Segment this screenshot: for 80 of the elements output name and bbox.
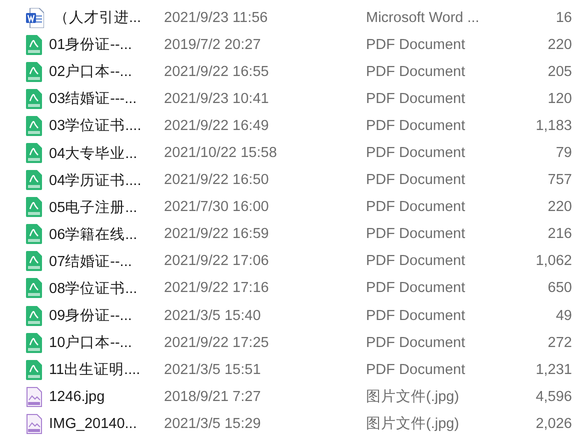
file-type: PDF Document bbox=[366, 253, 466, 270]
file-name[interactable]: （人才引进... bbox=[46, 8, 164, 28]
image-file-icon bbox=[26, 386, 42, 407]
file-size: 16 bbox=[554, 10, 572, 26]
file-name[interactable]: 04大专毕业... bbox=[46, 144, 164, 163]
file-type: PDF Document bbox=[366, 362, 466, 378]
file-type: Microsoft Word ... bbox=[366, 10, 480, 26]
file-size: 220 bbox=[546, 36, 572, 53]
pdf-file-icon bbox=[26, 360, 42, 380]
file-type: PDF Document bbox=[366, 280, 466, 296]
modified-date: 2021/3/5 15:40 bbox=[164, 308, 262, 324]
pdf-file-icon bbox=[26, 197, 42, 218]
file-size: 4,596 bbox=[534, 388, 572, 405]
file-name[interactable]: 03结婚证---... bbox=[46, 89, 164, 108]
file-size: 2,026 bbox=[534, 416, 572, 432]
modified-date: 2021/9/22 16:50 bbox=[164, 172, 270, 188]
modified-date: 2021/3/5 15:51 bbox=[164, 362, 262, 378]
file-size: 220 bbox=[546, 199, 572, 216]
file-name[interactable]: 06学籍在线... bbox=[46, 224, 164, 244]
file-size: 79 bbox=[554, 145, 572, 162]
modified-date: 2021/9/22 17:25 bbox=[164, 334, 270, 351]
pdf-file-icon bbox=[26, 116, 42, 136]
file-size: 120 bbox=[546, 90, 572, 107]
pdf-file-icon bbox=[26, 251, 42, 272]
file-name[interactable]: 05电子注册... bbox=[46, 198, 164, 217]
pdf-file-icon bbox=[26, 62, 42, 82]
file-name[interactable]: 02户口本--... bbox=[46, 62, 164, 82]
file-name[interactable]: IMG_20140... bbox=[46, 416, 164, 432]
file-type: 图片文件(.jpg) bbox=[366, 415, 460, 434]
modified-date: 2021/9/22 16:59 bbox=[164, 226, 270, 242]
file-name[interactable]: 01身份证--... bbox=[46, 35, 164, 54]
modified-date: 2021/9/22 16:49 bbox=[164, 118, 270, 134]
modified-date: 2021/3/5 15:29 bbox=[164, 416, 262, 432]
file-name[interactable]: 11出生证明.... bbox=[46, 360, 164, 380]
file-size: 272 bbox=[546, 334, 572, 351]
file-type: PDF Document bbox=[366, 90, 466, 107]
file-size: 757 bbox=[546, 172, 572, 188]
file-name[interactable]: 10户口本--... bbox=[46, 333, 164, 352]
file-name[interactable]: 08学位证书... bbox=[46, 278, 164, 298]
file-size: 205 bbox=[546, 64, 572, 80]
file-type: PDF Document bbox=[366, 308, 466, 324]
pdf-file-icon bbox=[26, 88, 42, 109]
modified-date: 2019/7/2 20:27 bbox=[164, 36, 262, 53]
file-type: PDF Document bbox=[366, 118, 466, 134]
file-name[interactable]: 1246.jpg bbox=[46, 388, 164, 405]
pdf-file-icon bbox=[26, 143, 42, 164]
file-name[interactable]: 09身份证--... bbox=[46, 306, 164, 326]
file-name[interactable]: 04学历证书.... bbox=[46, 170, 164, 190]
pdf-file-icon bbox=[26, 34, 42, 55]
file-type: PDF Document bbox=[366, 145, 466, 162]
file-type: 图片文件(.jpg) bbox=[366, 388, 460, 406]
word-file-icon bbox=[26, 8, 44, 28]
file-type: PDF Document bbox=[366, 334, 466, 351]
pdf-file-icon bbox=[26, 306, 42, 326]
modified-date: 2018/9/21 7:27 bbox=[164, 388, 262, 405]
file-size: 49 bbox=[554, 308, 572, 324]
modified-date: 2021/9/23 10:41 bbox=[164, 90, 270, 107]
pdf-file-icon bbox=[26, 278, 42, 298]
modified-date: 2021/9/22 16:55 bbox=[164, 64, 270, 80]
modified-date: 2021/9/22 17:16 bbox=[164, 280, 270, 296]
file-size: 1,183 bbox=[534, 118, 572, 134]
file-size: 216 bbox=[546, 226, 572, 242]
file-size: 650 bbox=[546, 280, 572, 296]
pdf-file-icon bbox=[26, 332, 42, 353]
image-file-icon bbox=[26, 414, 42, 434]
file-name[interactable]: 07结婚证--... bbox=[46, 252, 164, 271]
file-name[interactable]: 03学位证书.... bbox=[46, 116, 164, 136]
pdf-file-icon bbox=[26, 224, 42, 244]
file-type: PDF Document bbox=[366, 172, 466, 188]
file-type: PDF Document bbox=[366, 226, 466, 242]
modified-date: 2021/7/30 16:00 bbox=[164, 199, 270, 216]
modified-date: 2021/9/22 17:06 bbox=[164, 253, 270, 270]
modified-date: 2021/10/22 15:58 bbox=[164, 145, 278, 162]
file-type: PDF Document bbox=[366, 199, 466, 216]
file-size: 1,231 bbox=[534, 362, 572, 378]
file-type: PDF Document bbox=[366, 36, 466, 53]
modified-date: 2021/9/23 11:56 bbox=[164, 10, 269, 26]
file-type: PDF Document bbox=[366, 64, 466, 80]
file-size: 1,062 bbox=[534, 253, 572, 270]
pdf-file-icon bbox=[26, 170, 42, 190]
